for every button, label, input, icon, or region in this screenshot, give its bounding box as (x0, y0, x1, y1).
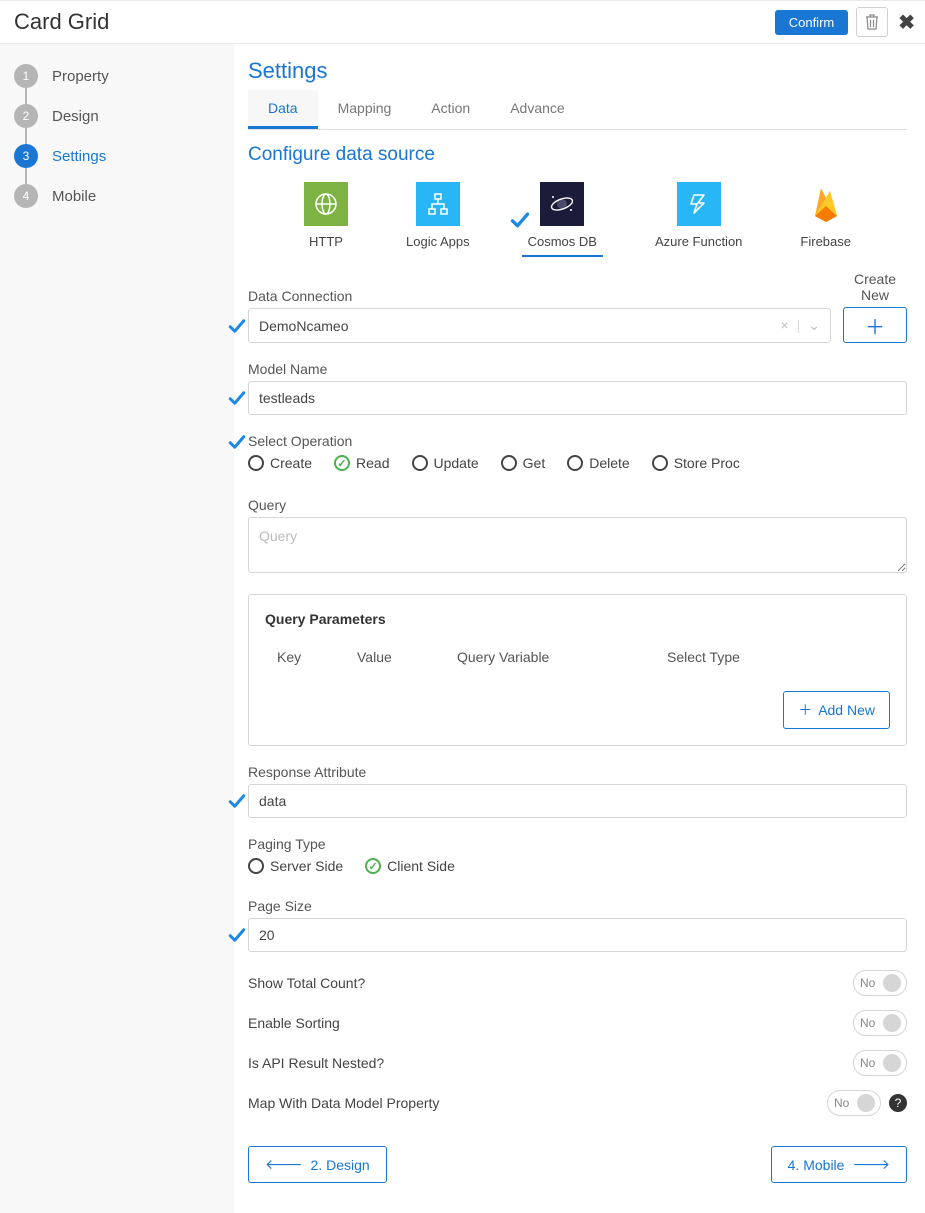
trash-icon (865, 14, 879, 30)
step-settings[interactable]: 3Settings (14, 136, 220, 176)
chevron-down-icon[interactable]: ⌄ (808, 317, 820, 334)
tab-data[interactable]: Data (248, 90, 318, 129)
globe-icon (314, 192, 338, 216)
main-panel: Settings Data Mapping Action Advance Con… (234, 44, 925, 1213)
tab-advance[interactable]: Advance (490, 90, 584, 129)
create-new-label: Create New (843, 271, 907, 303)
step-mobile[interactable]: 4Mobile (14, 176, 220, 216)
source-label: Logic Apps (406, 234, 470, 249)
check-icon (228, 317, 246, 335)
model-name-input[interactable] (248, 381, 907, 415)
query-label: Query (248, 497, 907, 513)
model-name-label: Model Name (248, 361, 907, 377)
step-label: Design (52, 108, 99, 125)
select-operation-label: Select Operation (248, 433, 907, 449)
data-sources: HTTP Logic Apps Cosmos DB Azure Function… (248, 182, 907, 249)
header: Card Grid Confirm ✖ (0, 0, 925, 44)
operation-delete[interactable]: Delete (567, 455, 629, 471)
data-connection-select[interactable]: DemoNcameo ×|⌄ (248, 308, 831, 343)
firebase-icon (810, 182, 842, 226)
operation-get[interactable]: Get (501, 455, 546, 471)
check-icon (228, 792, 246, 810)
prev-button[interactable]: 🡐2. Design (248, 1146, 387, 1183)
check-icon (228, 389, 246, 407)
col-key: Key (277, 649, 357, 665)
check-icon (510, 210, 530, 230)
close-icon[interactable]: ✖ (896, 10, 917, 35)
response-attribute-input[interactable] (248, 784, 907, 818)
help-icon[interactable]: ? (889, 1094, 907, 1112)
source-label: Firebase (800, 234, 851, 249)
page-size-input[interactable] (248, 918, 907, 952)
operation-storeproc[interactable]: Store Proc (652, 455, 740, 471)
arrow-right-icon: 🡒 (852, 1156, 890, 1173)
cosmos-icon (549, 191, 575, 217)
section-title: Settings (248, 58, 907, 84)
step-label: Property (52, 68, 109, 85)
plus-icon: ＋ (798, 700, 812, 720)
source-azurefunction[interactable]: Azure Function (655, 182, 742, 249)
tab-action[interactable]: Action (411, 90, 490, 129)
source-label: HTTP (309, 234, 343, 249)
col-selecttype: Select Type (667, 649, 740, 665)
page-size-label: Page Size (248, 898, 907, 914)
step-design[interactable]: 2Design (14, 96, 220, 136)
logicapps-icon (426, 192, 450, 216)
confirm-button[interactable]: Confirm (775, 10, 849, 35)
operation-create[interactable]: Create (248, 455, 312, 471)
query-params-panel: Query Parameters Key Value Query Variabl… (248, 594, 907, 746)
clear-icon[interactable]: × (780, 317, 788, 334)
check-icon (228, 926, 246, 944)
page-title: Card Grid (14, 9, 109, 35)
map-model-label: Map With Data Model Property (248, 1095, 439, 1111)
tab-mapping[interactable]: Mapping (318, 90, 412, 129)
response-attribute-label: Response Attribute (248, 764, 907, 780)
source-firebase[interactable]: Firebase (800, 182, 851, 249)
paging-type-label: Paging Type (248, 836, 907, 852)
source-cosmosdb[interactable]: Cosmos DB (528, 182, 597, 249)
paging-server[interactable]: Server Side (248, 858, 343, 874)
operation-read[interactable]: Read (334, 455, 389, 471)
source-label: Azure Function (655, 234, 742, 249)
add-new-param-button[interactable]: ＋Add New (783, 691, 890, 729)
source-logicapps[interactable]: Logic Apps (406, 182, 470, 249)
delete-button[interactable] (856, 7, 888, 37)
arrow-left-icon: 🡐 (265, 1156, 303, 1173)
api-nested-toggle[interactable]: No (853, 1050, 907, 1076)
data-connection-label: Data Connection (248, 288, 831, 304)
step-label: Settings (52, 148, 106, 165)
enable-sorting-label: Enable Sorting (248, 1015, 340, 1031)
tabs: Data Mapping Action Advance (248, 90, 907, 130)
source-http[interactable]: HTTP (304, 182, 348, 249)
create-new-button[interactable]: ＋ (843, 307, 907, 343)
sidebar: 1Property 2Design 3Settings 4Mobile (0, 44, 234, 1213)
configure-title: Configure data source (248, 144, 907, 166)
map-model-toggle[interactable]: No (827, 1090, 881, 1116)
query-params-title: Query Parameters (265, 611, 890, 627)
step-label: Mobile (52, 188, 96, 205)
enable-sorting-toggle[interactable]: No (853, 1010, 907, 1036)
source-label: Cosmos DB (528, 234, 597, 249)
paging-client[interactable]: Client Side (365, 858, 455, 874)
api-nested-label: Is API Result Nested? (248, 1055, 384, 1071)
next-button[interactable]: 4. Mobile🡒 (771, 1146, 907, 1183)
azurefn-icon (687, 192, 711, 216)
data-connection-value: DemoNcameo (259, 318, 348, 334)
query-input[interactable] (248, 517, 907, 573)
check-icon (228, 433, 246, 451)
col-value: Value (357, 649, 457, 665)
step-property[interactable]: 1Property (14, 56, 220, 96)
show-total-label: Show Total Count? (248, 975, 365, 991)
operation-update[interactable]: Update (412, 455, 479, 471)
show-total-toggle[interactable]: No (853, 970, 907, 996)
col-queryvariable: Query Variable (457, 649, 667, 665)
